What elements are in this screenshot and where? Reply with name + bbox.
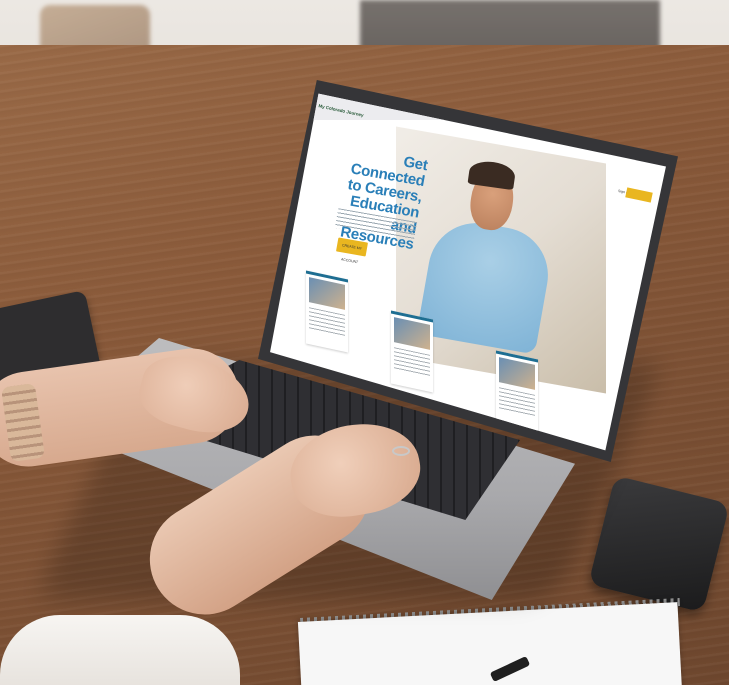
card-text — [394, 347, 430, 377]
ring — [392, 446, 410, 456]
card-text — [499, 387, 535, 417]
feature-card[interactable] — [391, 310, 433, 393]
photo-scene: My Colorado Journey Get Connected to Car… — [0, 0, 729, 685]
card-image — [394, 317, 430, 350]
card-image — [309, 277, 345, 310]
header-cta-button[interactable] — [625, 187, 653, 203]
card-text — [309, 307, 345, 337]
feature-card[interactable] — [306, 270, 348, 353]
card-image — [499, 357, 535, 390]
white-sleeve — [0, 615, 240, 685]
